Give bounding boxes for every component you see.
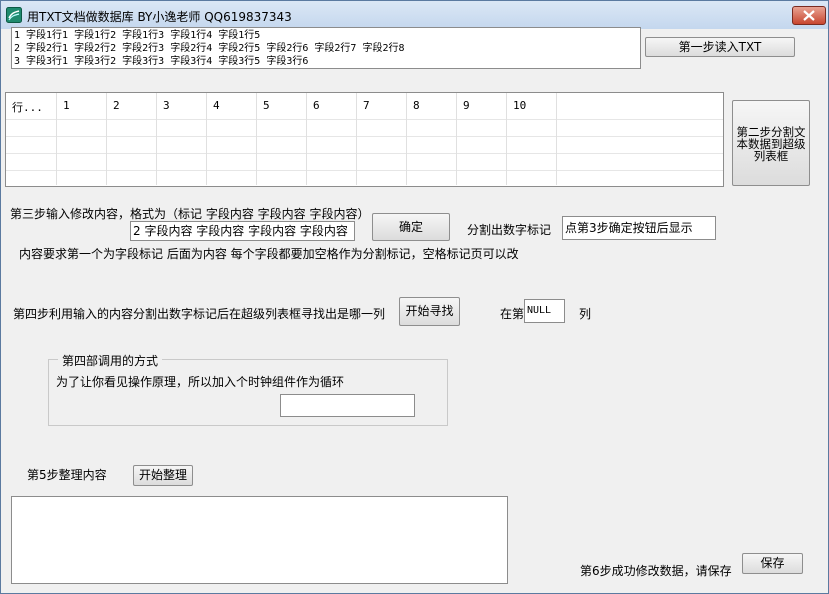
- step3-label: 第三步输入修改内容，格式为（标记 字段内容 字段内容 字段内容）: [10, 207, 370, 221]
- close-button[interactable]: [792, 6, 826, 25]
- client-area: 1 字段1行1 字段1行2 字段1行3 字段1行4 字段1行5 2 字段2行1 字…: [3, 27, 826, 591]
- close-icon: [803, 10, 815, 21]
- column-suffix-label: 列: [579, 307, 592, 321]
- column-number-field[interactable]: NULL: [524, 299, 565, 323]
- grid-column: 行...: [6, 93, 57, 185]
- txt-line: 1 字段1行1 字段1行2 字段1行3 字段1行4 字段1行5: [14, 30, 261, 41]
- grid-column: 2: [107, 93, 157, 185]
- step5-label: 第5步整理内容: [27, 468, 107, 482]
- grid-column: 6: [307, 93, 357, 185]
- save-prompt-label: 第6步成功修改数据，请保存: [580, 564, 732, 578]
- grid-header-cell[interactable]: 6: [313, 99, 320, 112]
- modify-content-input[interactable]: 2 字段内容 字段内容 字段内容 字段内容: [130, 221, 355, 241]
- split-number-display[interactable]: 点第3步确定按钮后显示: [562, 216, 716, 240]
- grid-column: 1: [57, 93, 107, 185]
- grid-column: 9: [457, 93, 507, 185]
- organized-content-textarea[interactable]: [11, 496, 508, 584]
- groupbox-title: 第四部调用的方式: [58, 352, 163, 369]
- column-prefix-label: 在第: [500, 307, 525, 321]
- start-organize-button[interactable]: 开始整理: [133, 465, 193, 486]
- step3-note: 内容要求第一个为字段标记 后面为内容 每个字段都要加空格作为分割标记，空格标记页…: [19, 247, 519, 261]
- grid-header-cell[interactable]: 4: [213, 99, 220, 112]
- grid-column: 10: [507, 93, 557, 185]
- txt-content-textarea[interactable]: 1 字段1行1 字段1行2 字段1行3 字段1行4 字段1行5 2 字段2行1 字…: [11, 27, 641, 69]
- grid-column: 5: [257, 93, 307, 185]
- grid-header-cell[interactable]: 1: [63, 99, 70, 112]
- txt-line: 3 字段3行1 字段3行2 字段3行3 字段3行4 字段3行5 字段3行6: [14, 56, 309, 67]
- window-title: 用TXT文档做数据库 BY小逸老师 QQ619837343: [27, 10, 292, 24]
- main-window: 用TXT文档做数据库 BY小逸老师 QQ619837343 1 字段1行1 字段…: [0, 0, 829, 594]
- grid-header-cell[interactable]: 5: [263, 99, 270, 112]
- confirm-button[interactable]: 确定: [372, 213, 450, 241]
- step4-label: 第四步利用输入的内容分割出数字标记后在超级列表框寻找出是哪一列: [13, 307, 386, 321]
- grid-column: 3: [157, 93, 207, 185]
- grid-column: 7: [357, 93, 407, 185]
- split-to-list-button[interactable]: 第二步分割文本数据到超级列表框: [732, 100, 810, 186]
- app-icon: [6, 7, 22, 23]
- grid-column: 8: [407, 93, 457, 185]
- title-bar: 用TXT文档做数据库 BY小逸老师 QQ619837343: [1, 1, 828, 29]
- timer-description: 为了让你看见操作原理，所以加入个时钟组件作为循环: [56, 375, 345, 389]
- grid-header-cell[interactable]: 行...: [12, 99, 43, 115]
- grid-header-cell[interactable]: 3: [163, 99, 170, 112]
- split-number-label: 分割出数字标记: [467, 223, 552, 237]
- grid-header-cell[interactable]: 10: [513, 99, 526, 112]
- read-txt-button[interactable]: 第一步读入TXT: [645, 37, 795, 57]
- super-list-grid[interactable]: 行... 1 2 3 4 5 6 7 8 9 10: [5, 92, 724, 187]
- grid-header-cell[interactable]: 9: [463, 99, 470, 112]
- timer-input[interactable]: [280, 394, 415, 417]
- grid-header-cell[interactable]: 7: [363, 99, 370, 112]
- save-button[interactable]: 保存: [742, 553, 803, 574]
- txt-line: 2 字段2行1 字段2行2 字段2行3 字段2行4 字段2行5 字段2行6 字段…: [14, 43, 405, 54]
- start-find-button[interactable]: 开始寻找: [399, 297, 460, 326]
- grid-column: 4: [207, 93, 257, 185]
- grid-header-cell[interactable]: 2: [113, 99, 120, 112]
- grid-header-cell[interactable]: 8: [413, 99, 420, 112]
